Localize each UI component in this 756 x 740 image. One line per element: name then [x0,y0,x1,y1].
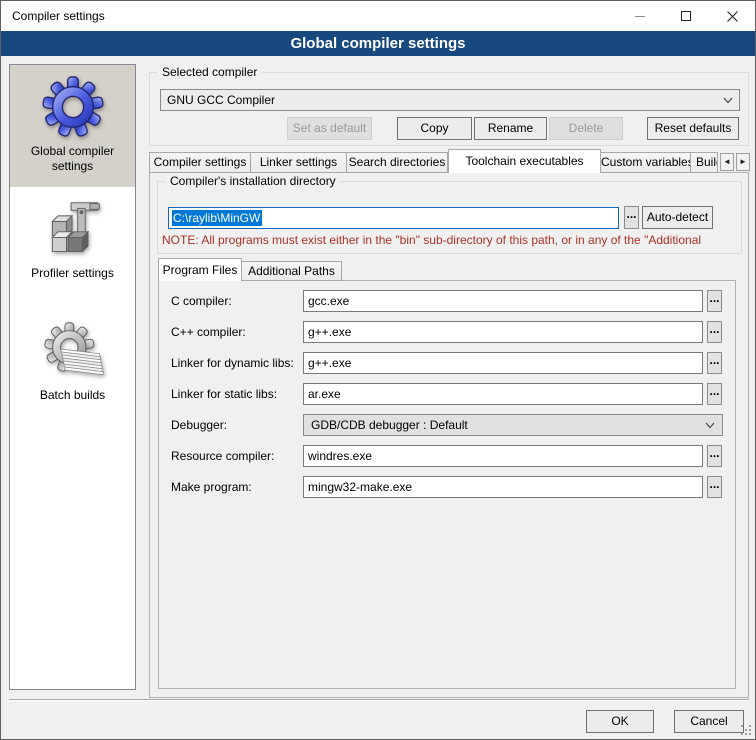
compiler-settings-tabbar: Compiler settings Linker settings Search… [149,149,750,173]
directory-browse-button[interactable]: ... [624,206,639,229]
minimize-icon [635,16,645,17]
c-compiler-input[interactable] [303,290,703,312]
make-program-label: Make program: [171,480,252,494]
dynamic-linker-row: Linker for dynamic libs: ... [159,352,735,374]
cancel-button[interactable]: Cancel [674,710,744,733]
tab-compiler-settings[interactable]: Compiler settings [149,152,251,173]
minimize-button[interactable] [617,1,663,31]
batch-builds-icon [42,320,104,382]
maximize-icon [681,11,691,21]
sidebar-item-batch-builds[interactable]: Batch builds [10,309,135,431]
static-linker-input[interactable] [303,383,703,405]
c-compiler-row: C compiler: ... [159,290,735,312]
tab-search-directories[interactable]: Search directories [347,152,448,173]
tab-program-files[interactable]: Program Files [158,258,242,281]
c-compiler-browse-button[interactable]: ... [707,290,722,312]
sidebar-item-label: Batch builds [40,388,105,403]
blue-gear-icon [42,76,104,138]
arrow-left-icon: ◄ [723,157,731,166]
make-program-input[interactable] [303,476,703,498]
settings-category-list: Global compiler settings [9,64,136,690]
tab-linker-settings[interactable]: Linker settings [251,152,347,173]
c-compiler-label: C compiler: [171,294,232,308]
dialog-banner: Global compiler settings [1,31,755,56]
footer-divider [9,699,749,701]
installation-directory-value: C:\raylib\MinGW [172,210,262,226]
copy-button[interactable]: Copy [397,117,472,140]
tab-scroll-left-button[interactable]: ◄ [720,153,734,171]
tab-toolchain-executables[interactable]: Toolchain executables [448,149,601,173]
debugger-row: Debugger: GDB/CDB debugger : Default [159,414,735,436]
window-title: Compiler settings [12,1,105,31]
sidebar-item-profiler-settings[interactable]: Profiler settings [10,187,135,309]
debugger-label: Debugger: [171,418,227,432]
installation-directory-input[interactable]: C:\raylib\MinGW [168,207,619,229]
dynamic-linker-browse-button[interactable]: ... [707,352,722,374]
chevron-down-icon [723,95,733,105]
close-button[interactable] [709,1,755,31]
resource-compiler-label: Resource compiler: [171,449,274,463]
program-files-tabbar: Program Files Additional Paths [158,258,342,281]
chevron-down-icon [705,420,715,430]
tab-build-options[interactable]: Build options [691,152,718,173]
delete-button[interactable]: Delete [549,117,623,140]
cpp-compiler-browse-button[interactable]: ... [707,321,722,343]
sidebar-item-label: Global compiler settings [10,144,135,174]
sidebar-item-label: Profiler settings [31,266,114,281]
dynamic-linker-input[interactable] [303,352,703,374]
cpp-compiler-input[interactable] [303,321,703,343]
resource-compiler-input[interactable] [303,445,703,467]
compiler-select-value: GNU GCC Compiler [167,93,723,107]
cpp-compiler-label: C++ compiler: [171,325,246,339]
tab-custom-variables[interactable]: Custom variables [601,152,691,173]
rename-button[interactable]: Rename [474,117,547,140]
tab-additional-paths[interactable]: Additional Paths [242,261,342,281]
static-linker-row: Linker for static libs: ... [159,383,735,405]
compiler-settings-dialog: Compiler settings Global compiler settin… [0,0,756,740]
selected-compiler-legend: Selected compiler [158,65,261,80]
close-icon [727,11,738,22]
resize-grip[interactable] [741,725,752,736]
bin-subdirectory-note: NOTE: All programs must exist either in … [162,233,739,247]
profiler-caliper-icon [43,198,103,260]
selected-compiler-group: Selected compiler GNU GCC Compiler Set a… [149,72,749,146]
tab-scroll-right-button[interactable]: ► [736,153,750,171]
static-linker-browse-button[interactable]: ... [707,383,722,405]
maximize-button[interactable] [663,1,709,31]
resource-compiler-browse-button[interactable]: ... [707,445,722,467]
static-linker-label: Linker for static libs: [171,387,277,401]
arrow-right-icon: ► [739,157,747,166]
program-files-panel: C compiler: ... C++ compiler: ... Linker… [158,280,736,689]
auto-detect-button[interactable]: Auto-detect [642,206,713,229]
set-as-default-button[interactable]: Set as default [287,117,372,140]
make-program-row: Make program: ... [159,476,735,498]
debugger-select-value: GDB/CDB debugger : Default [311,418,705,432]
debugger-select[interactable]: GDB/CDB debugger : Default [303,414,723,436]
resource-compiler-row: Resource compiler: ... [159,445,735,467]
compiler-select[interactable]: GNU GCC Compiler [160,89,740,111]
toolchain-executables-panel: Compiler's installation directory C:\ray… [149,172,749,698]
installation-directory-legend: Compiler's installation directory [166,174,340,189]
ok-button[interactable]: OK [586,710,654,733]
sidebar-item-global-compiler-settings[interactable]: Global compiler settings [10,65,135,187]
cpp-compiler-row: C++ compiler: ... [159,321,735,343]
make-program-browse-button[interactable]: ... [707,476,722,498]
reset-defaults-button[interactable]: Reset defaults [647,117,739,140]
installation-directory-group: Compiler's installation directory C:\ray… [157,181,742,254]
dynamic-linker-label: Linker for dynamic libs: [171,356,294,370]
titlebar: Compiler settings [1,1,755,31]
